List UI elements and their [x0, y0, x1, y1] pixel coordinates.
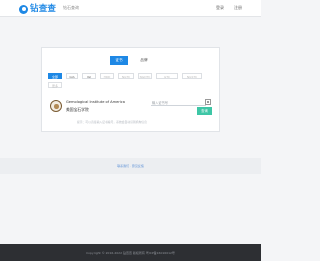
lab-name-chinese: 美国宝石学院	[66, 107, 89, 112]
tab-certificate[interactable]: 证书	[110, 56, 128, 65]
lab-name-english: Gemological Institute of America	[66, 100, 125, 104]
chip-ngstc[interactable]: NGSTC	[182, 73, 202, 79]
logo-text: 钻查查	[30, 4, 57, 14]
lab-result-card[interactable]: Gemological Institute of America 美国宝石学院	[50, 99, 140, 119]
bottom-bar: Copyright © 2016-2022 钻查查 版权所有 粤ICP备1601…	[0, 244, 261, 261]
tab-brand[interactable]: 品牌	[135, 56, 153, 65]
chip-ngtc[interactable]: NGTC	[118, 73, 134, 79]
chip-hrd[interactable]: HRD	[100, 73, 114, 79]
top-navbar: 钻查查 钻石查询 登录 注册	[0, 0, 261, 17]
certificate-search-input[interactable]	[151, 100, 206, 106]
footer-links-strip: 联系我们 · 意见反馈	[0, 158, 261, 174]
lab-filter-chips: 全部 GIA IGI HRD NGTC NGDTC GTC NGSTC 更多	[48, 73, 216, 93]
chip-gia[interactable]: GIA	[66, 73, 78, 79]
search-panel: 证书 品牌 全部 GIA IGI HRD NGTC NGDTC GTC NGST…	[41, 47, 220, 132]
qr-scan-icon[interactable]	[205, 99, 211, 105]
register-link[interactable]: 注册	[234, 5, 242, 11]
chip-all[interactable]: 全部	[48, 73, 62, 79]
gia-seal-icon	[50, 100, 62, 112]
diamond-logo-icon	[19, 4, 28, 14]
chip-ngdtc[interactable]: NGDTC	[138, 73, 152, 79]
chip-more[interactable]: 更多	[48, 82, 62, 88]
site-logo[interactable]: 钻查查	[19, 4, 56, 14]
site-subtitle: 钻石查询	[63, 5, 79, 10]
copyright-text: Copyright © 2016-2022 钻查查 版权所有 粤ICP备1601…	[86, 251, 175, 255]
footer-links[interactable]: 联系我们 · 意见反馈	[0, 164, 261, 168]
search-button[interactable]: 查询	[197, 107, 212, 115]
chip-igi[interactable]: IGI	[82, 73, 96, 79]
login-link[interactable]: 登录	[216, 5, 224, 11]
search-hint: 提示：可以直接输入证书编号，系统会自动识别机构信息	[77, 120, 147, 124]
chip-gtc[interactable]: GTC	[156, 73, 178, 79]
